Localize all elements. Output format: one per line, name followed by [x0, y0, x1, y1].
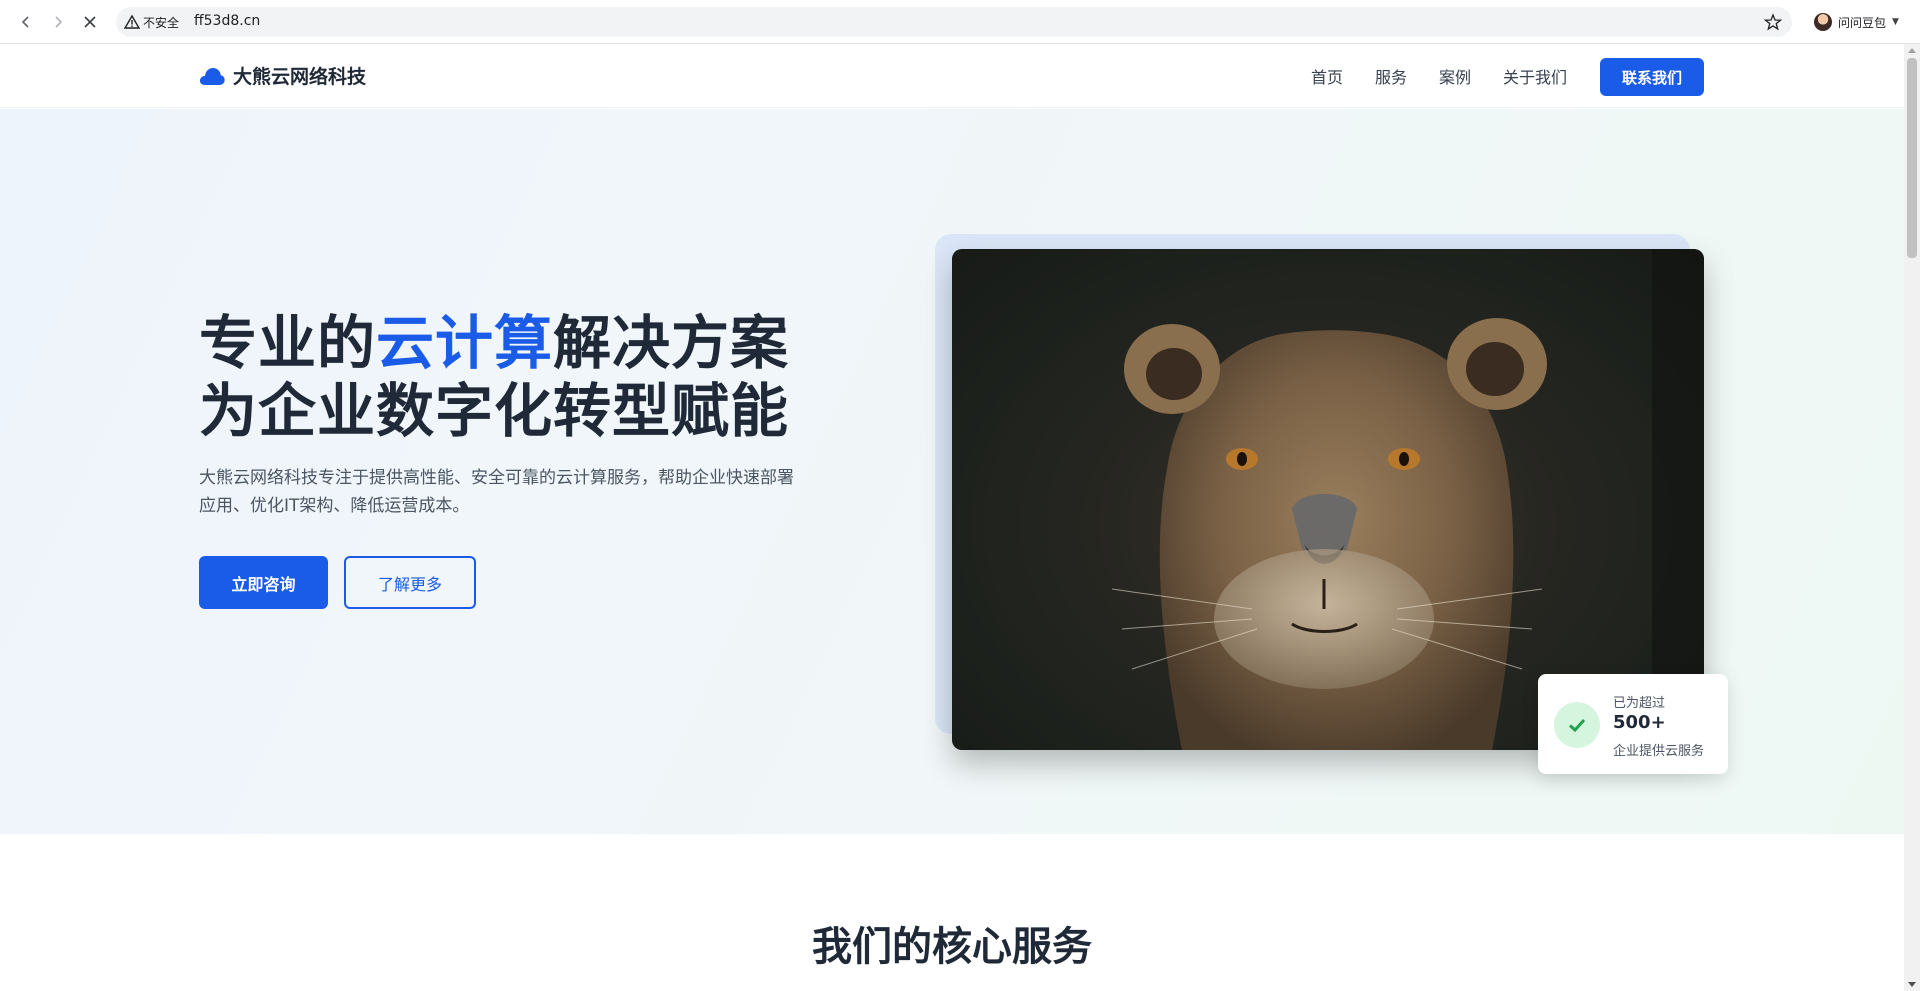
chevron-down-icon: ▼ [1892, 17, 1899, 27]
headline-line2: 为企业数字化转型赋能 [199, 377, 790, 445]
browser-toolbar: 不安全 ff53d8.cn 问问豆包 ▼ [0, 0, 1920, 44]
cloud-icon [199, 67, 225, 85]
profile-button[interactable]: 问问豆包 ▼ [1814, 10, 1899, 34]
star-icon[interactable] [1764, 13, 1782, 31]
insecure-label: 不安全 [143, 16, 180, 30]
hero-headline: 专业的云计算解决方案 为企业数字化转型赋能 [199, 309, 789, 445]
stat-line2: 企业提供云服务 [1613, 744, 1705, 759]
site-header: 大熊云网络科技 首页 服务 案例 关于我们 联系我们 [0, 44, 1904, 108]
contact-us-button[interactable]: 联系我们 [1600, 58, 1704, 96]
hero-description: 大熊云网络科技专注于提供高性能、安全可靠的云计算服务，帮助企业快速部署应用、优化… [199, 468, 794, 516]
forward-button[interactable] [46, 10, 70, 34]
profile-name: 问问豆包 [1838, 15, 1887, 30]
url-text[interactable]: ff53d8.cn [194, 13, 260, 29]
brand-logo[interactable]: 大熊云网络科技 [199, 62, 366, 89]
warning-icon [124, 14, 140, 29]
stat-line1: 已为超过 [1613, 696, 1666, 711]
headline-part2: 解决方案 [553, 309, 790, 377]
stat-number: 500+ [1613, 712, 1666, 733]
nav-services[interactable]: 服务 [1375, 64, 1407, 88]
page-scrollbar[interactable] [1904, 44, 1920, 991]
check-icon [1568, 718, 1586, 733]
scroll-down-arrow[interactable] [1908, 982, 1916, 987]
avatar [1814, 13, 1832, 31]
back-icon [21, 16, 29, 28]
scroll-up-arrow[interactable] [1908, 48, 1916, 53]
back-button[interactable] [14, 10, 38, 34]
main-nav: 首页 服务 案例 关于我们 [1311, 64, 1567, 88]
stop-icon [84, 16, 96, 28]
nav-cases[interactable]: 案例 [1439, 64, 1471, 88]
nav-home[interactable]: 首页 [1311, 64, 1343, 88]
stat-card: 已为超过 500+ 企业提供云服务 [1538, 674, 1728, 774]
nav-about[interactable]: 关于我们 [1503, 64, 1567, 88]
forward-icon [55, 16, 63, 28]
brand-name: 大熊云网络科技 [233, 66, 367, 88]
learn-more-button[interactable]: 了解更多 [344, 556, 476, 609]
stop-loading-button[interactable] [78, 10, 102, 34]
page-viewport: 大熊云网络科技 首页 服务 案例 关于我们 联系我们 专业的云计算解决方案 为企… [0, 44, 1904, 991]
scrollbar-thumb[interactable] [1907, 58, 1917, 258]
headline-part1: 专业的 [199, 309, 377, 377]
hero-section: 专业的云计算解决方案 为企业数字化转型赋能 大熊云网络科技专注于提供高性能、安全… [0, 109, 1904, 834]
headline-accent: 云计算 [376, 309, 554, 377]
services-section-title: 我们的核心服务 [812, 924, 1092, 970]
address-bar[interactable]: 不安全 ff53d8.cn [116, 7, 1792, 37]
check-badge [1554, 702, 1600, 748]
consult-now-button[interactable]: 立即咨询 [199, 556, 328, 609]
